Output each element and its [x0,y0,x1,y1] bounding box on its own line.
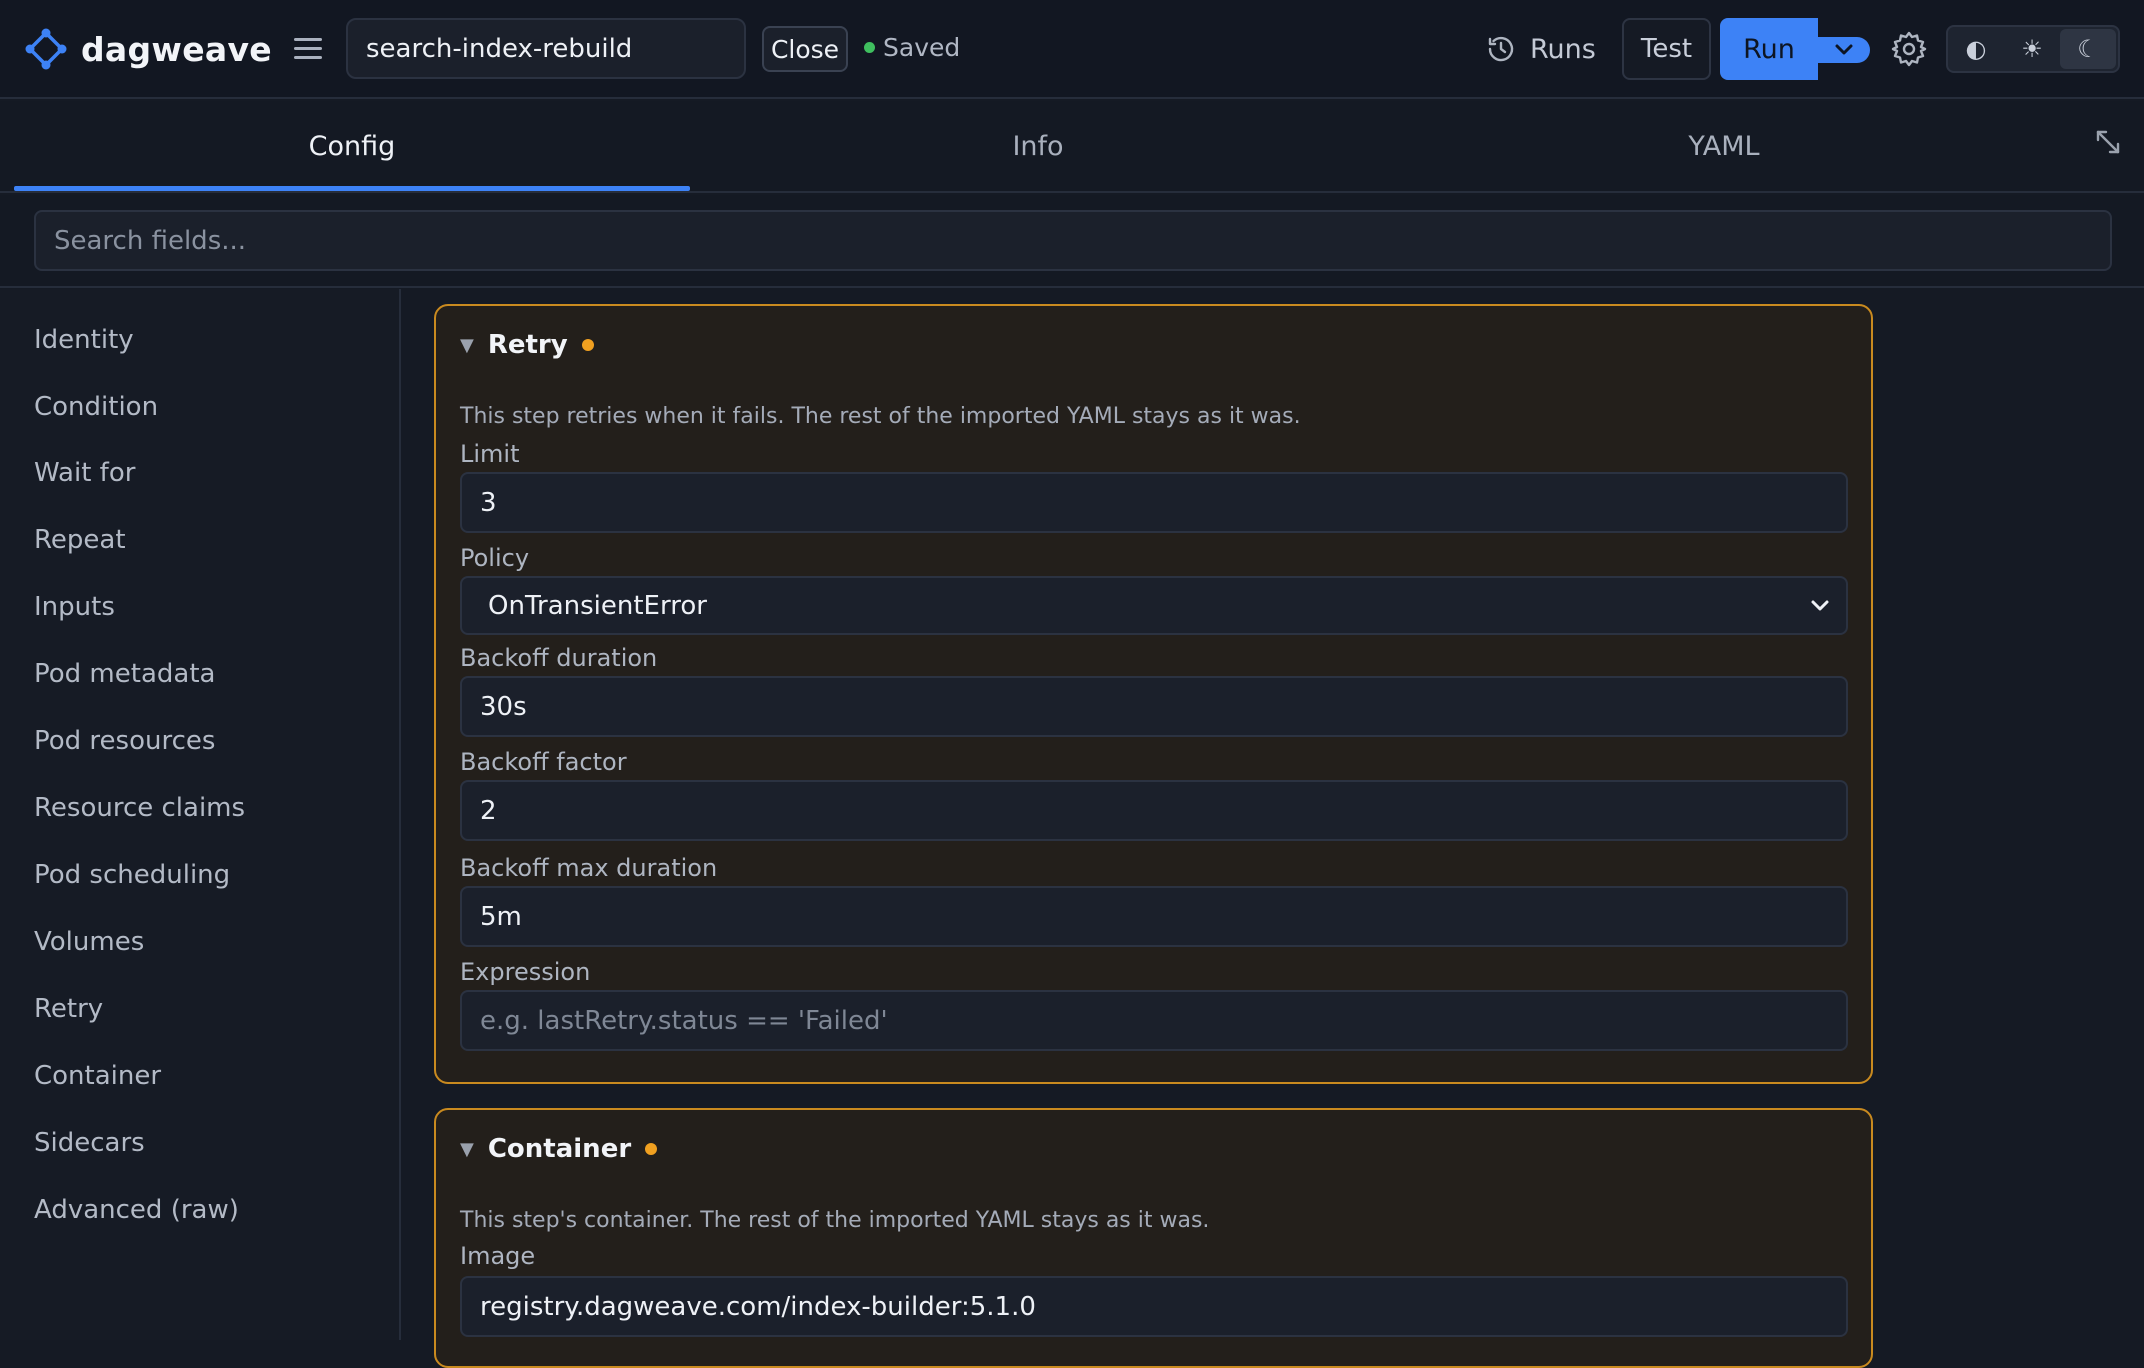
modified-dot-icon [581,339,594,351]
policy-select[interactable]: OnTransientError [460,576,1848,635]
saved-dot-icon [864,42,875,53]
sidebar-item-sidecars[interactable]: Sidecars [34,1128,145,1158]
theme-switcher: ◐ ☀ ☾ [1946,25,2120,73]
backoff-max-duration-label: Backoff max duration [460,854,718,882]
image-label: Image [460,1242,536,1270]
menu-icon[interactable] [290,30,326,66]
run-button[interactable]: Run [1720,18,1818,80]
backoff-duration-input[interactable] [460,676,1848,737]
retry-section-header[interactable]: ▼ Retry [460,330,594,360]
container-section-header[interactable]: ▼ Container [460,1134,658,1164]
collapse-caret-icon: ▼ [460,1138,474,1160]
search-bar [0,195,2144,288]
limit-label: Limit [460,440,520,468]
saved-label: Saved [883,33,961,62]
test-button[interactable]: Test [1622,18,1711,80]
sidebar-item-pod-scheduling[interactable]: Pod scheduling [34,860,230,890]
container-section: ▼ Container This step's container. The r… [434,1108,1873,1368]
sidebar-item-resource-claims[interactable]: Resource claims [34,793,245,823]
expression-input[interactable] [460,990,1848,1051]
saved-status: Saved [864,33,960,62]
runs-label: Runs [1530,33,1596,65]
workflow-name-input[interactable] [346,18,746,79]
modified-dot-icon [645,1143,658,1155]
tab-yaml[interactable]: YAML [1386,101,2062,191]
sidebar-item-advanced-raw[interactable]: Advanced (raw) [34,1195,239,1225]
backoff-duration-label: Backoff duration [460,644,658,672]
retry-section-title: Retry [487,330,568,360]
runs-button[interactable]: Runs [1486,28,1596,70]
sidebar-item-volumes[interactable]: Volumes [34,927,144,957]
sidebar: Identity Condition Wait for Repeat Input… [0,289,401,1340]
close-button[interactable]: Close [762,26,848,72]
sidebar-item-retry[interactable]: Retry [34,994,103,1024]
tab-bar: Config Info YAML [0,101,2144,193]
active-tab-indicator [14,186,690,191]
container-description: This step's container. The rest of the i… [460,1208,1210,1233]
sidebar-item-container[interactable]: Container [34,1061,161,1091]
retry-description: This step retries when it fails. The res… [460,404,1301,429]
search-fields-input[interactable] [34,210,2112,271]
container-section-title: Container [487,1134,632,1164]
expression-label: Expression [460,958,591,986]
sidebar-item-condition[interactable]: Condition [34,392,158,422]
sidebar-item-wait-for[interactable]: Wait for [34,458,135,488]
backoff-factor-input[interactable] [460,780,1848,841]
sidebar-item-repeat[interactable]: Repeat [34,525,126,555]
expand-icon[interactable] [2094,128,2122,156]
retry-section: ▼ Retry This step retries when it fails.… [434,304,1873,1084]
chevron-down-icon [1835,44,1853,55]
app-name: dagweave [81,29,272,69]
run-options-button[interactable] [1818,37,1870,63]
sidebar-item-inputs[interactable]: Inputs [34,592,115,622]
top-bar: dagweave Close Saved Runs Test Run ◐ ☀ ☾ [0,0,2144,99]
sidebar-item-identity[interactable]: Identity [34,325,134,355]
theme-dark-icon[interactable]: ☾ [2060,29,2116,69]
brand[interactable]: dagweave [25,27,272,71]
backoff-factor-label: Backoff factor [460,748,627,776]
sidebar-item-pod-metadata[interactable]: Pod metadata [34,659,215,689]
policy-selected-value: OnTransientError [488,590,707,621]
tab-config[interactable]: Config [14,101,690,191]
tab-info[interactable]: Info [700,101,1376,191]
gear-icon[interactable] [1890,30,1928,68]
chevron-down-icon [1811,600,1829,611]
collapse-caret-icon: ▼ [460,334,474,356]
theme-light-icon[interactable]: ☀ [2004,29,2060,69]
policy-label: Policy [460,544,530,572]
image-input[interactable] [460,1276,1848,1337]
theme-auto-icon[interactable]: ◐ [1948,29,2004,69]
sidebar-item-pod-resources[interactable]: Pod resources [34,726,215,756]
limit-input[interactable] [460,472,1848,533]
backoff-max-duration-input[interactable] [460,886,1848,947]
history-icon [1488,36,1514,62]
dagweave-logo-icon [25,28,67,70]
